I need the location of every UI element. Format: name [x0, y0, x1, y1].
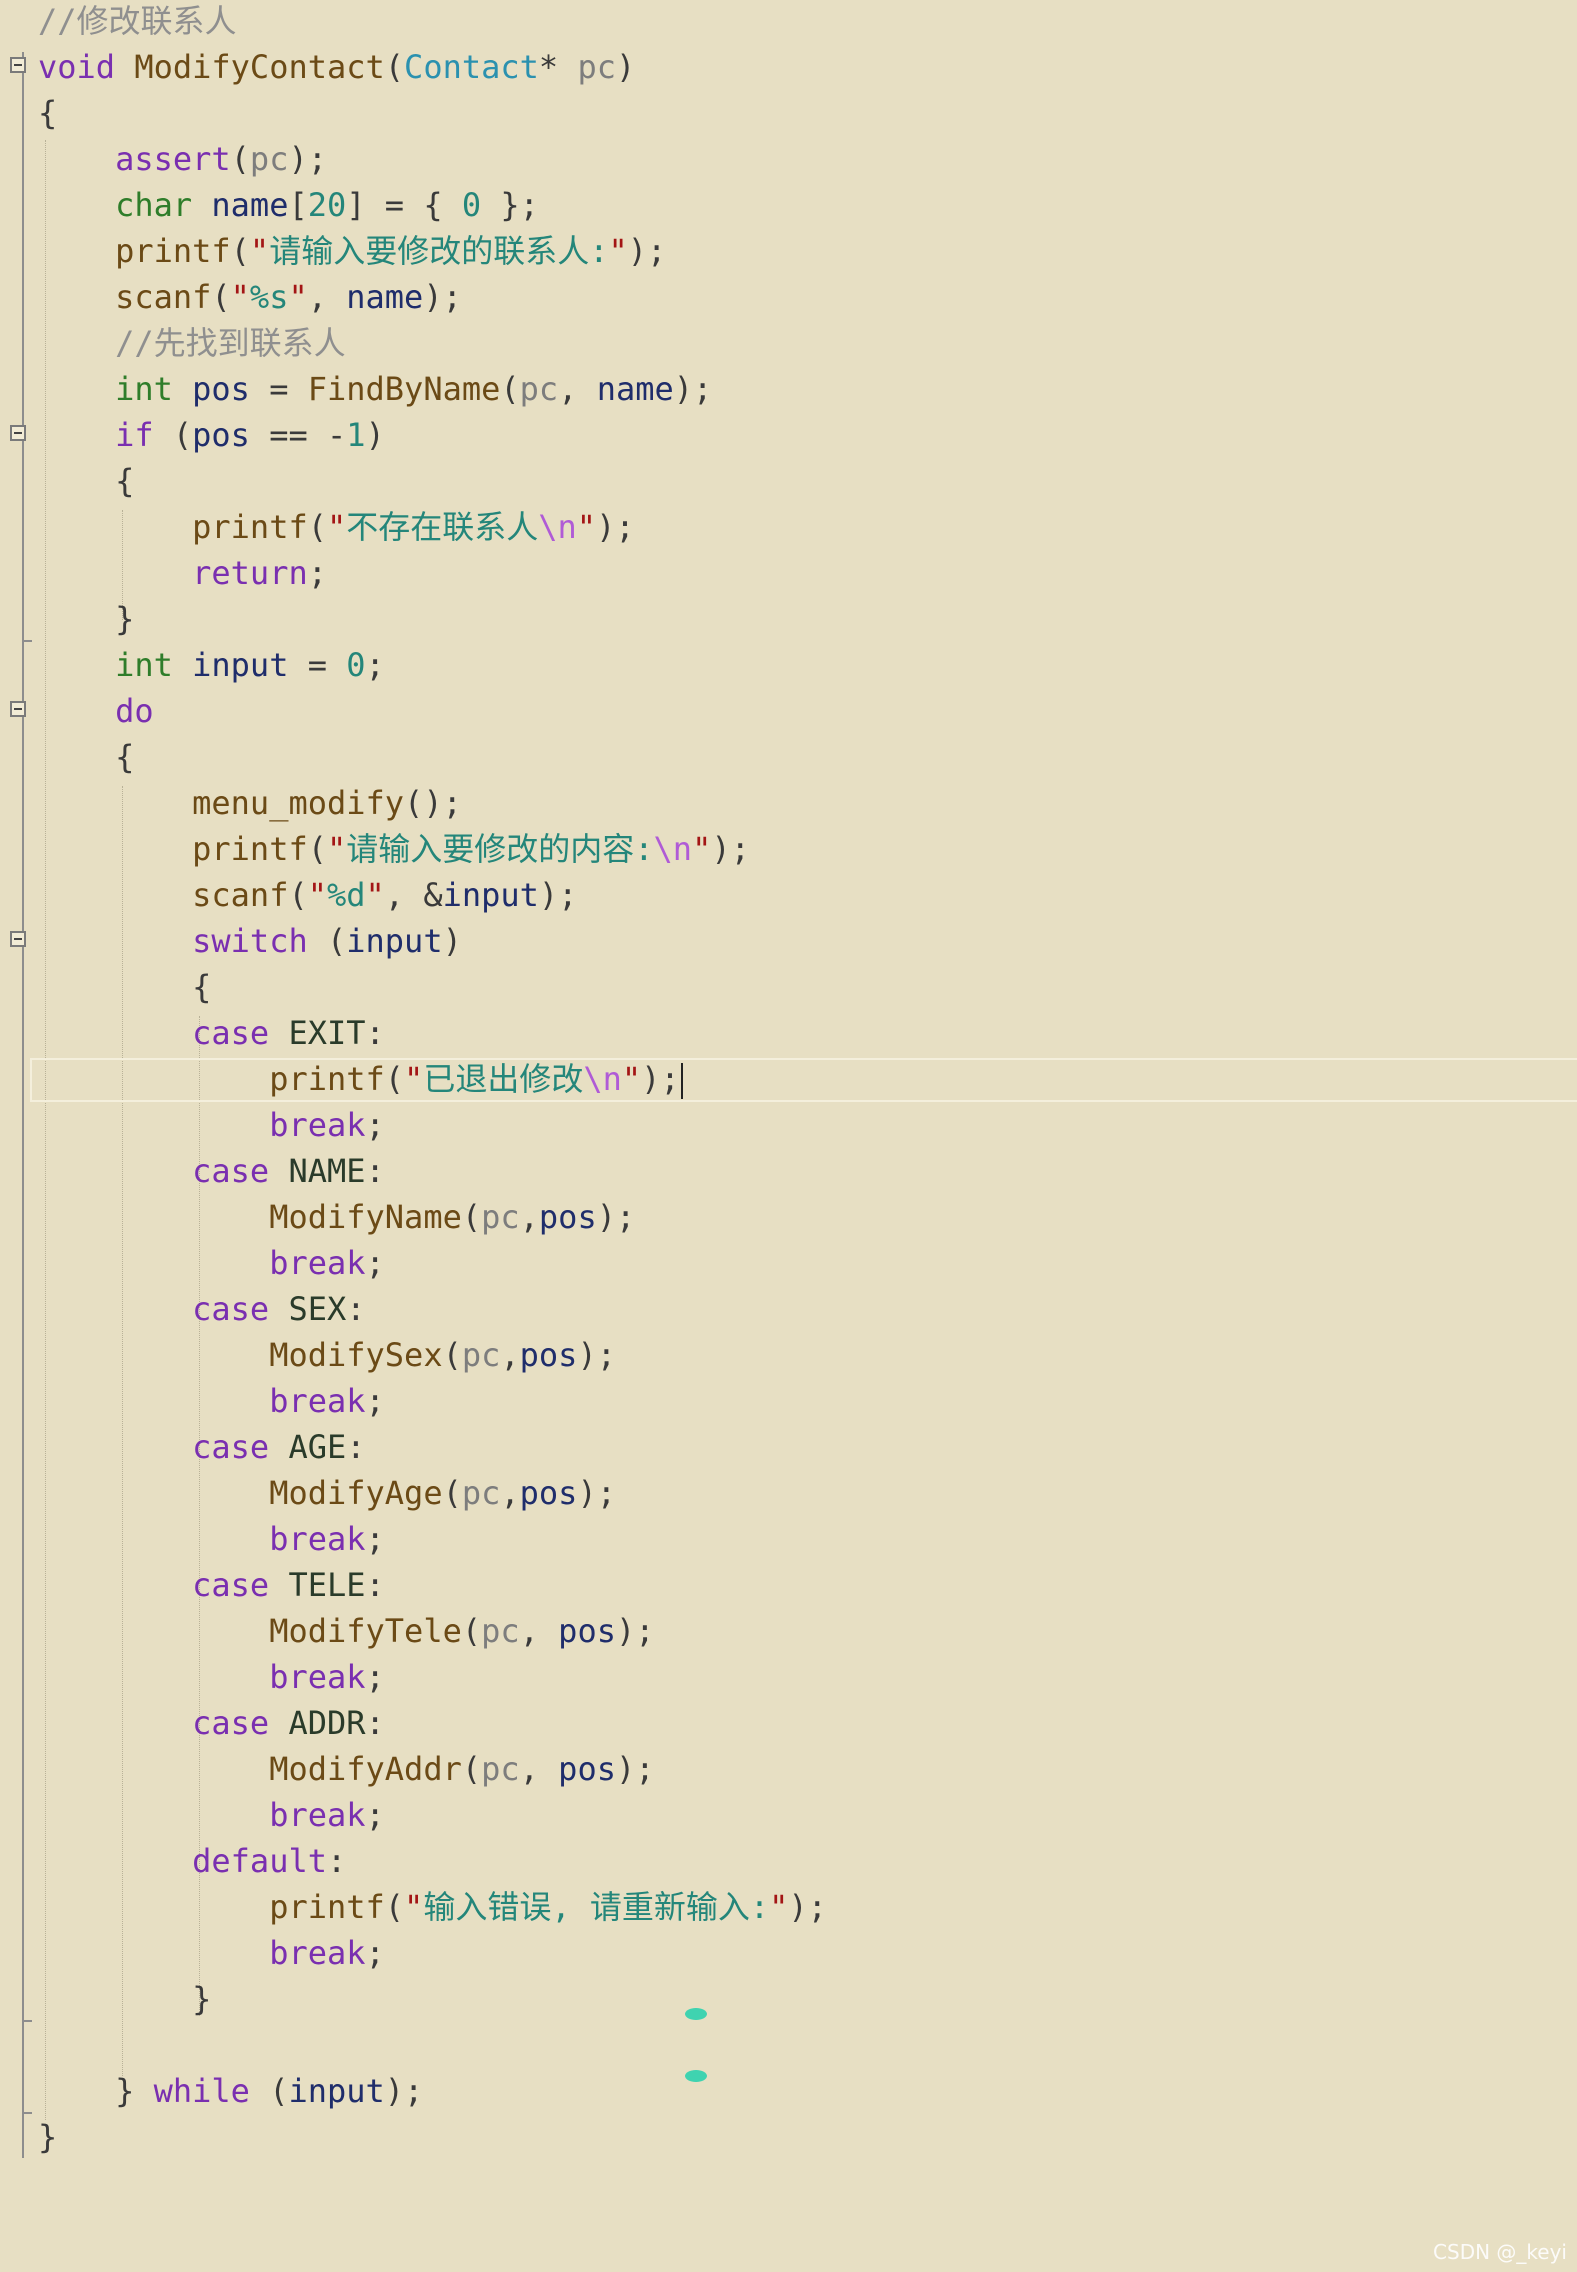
code-line[interactable]: int pos = FindByName(pc, name); — [38, 366, 712, 412]
code-line[interactable]: printf("不存在联系人\n"); — [38, 504, 634, 550]
fold-toggle-icon[interactable] — [10, 931, 26, 947]
breakpoint-marker-icon — [685, 2008, 707, 2020]
code-line[interactable]: char name[20] = { 0 }; — [38, 182, 539, 228]
fold-toggle-icon[interactable] — [10, 57, 26, 73]
code-line[interactable]: ModifyTele(pc, pos); — [38, 1608, 654, 1654]
fold-toggle-icon[interactable] — [10, 425, 26, 441]
code-line[interactable]: case AGE: — [38, 1424, 365, 1470]
code-line[interactable]: menu_modify(); — [38, 780, 462, 826]
code-line[interactable]: { — [38, 458, 134, 504]
fold-end-marker — [22, 640, 32, 642]
code-line[interactable]: } — [38, 2114, 57, 2160]
code-line[interactable]: //修改联系人 — [38, 0, 237, 44]
code-line[interactable]: } — [38, 1976, 211, 2022]
code-line[interactable]: printf("输入错误, 请重新输入:"); — [38, 1884, 827, 1930]
code-line[interactable]: ModifyAge(pc,pos); — [38, 1470, 616, 1516]
code-line[interactable]: } while (input); — [38, 2068, 423, 2114]
code-line[interactable]: break; — [38, 1516, 385, 1562]
code-line[interactable]: ModifyName(pc,pos); — [38, 1194, 635, 1240]
code-line[interactable]: { — [38, 90, 57, 136]
code-line[interactable]: case NAME: — [38, 1148, 385, 1194]
code-line[interactable]: ModifySex(pc,pos); — [38, 1332, 616, 1378]
code-line[interactable]: ModifyAddr(pc, pos); — [38, 1746, 654, 1792]
code-line[interactable]: assert(pc); — [38, 136, 327, 182]
fold-guide-function — [22, 52, 24, 1160]
code-line[interactable]: { — [38, 734, 134, 780]
code-line[interactable]: break; — [38, 1792, 385, 1838]
code-line[interactable]: if (pos == -1) — [38, 412, 385, 458]
code-line[interactable]: void ModifyContact(Contact* pc) — [38, 44, 635, 90]
fold-guide-function-lower — [22, 1160, 24, 2158]
code-line[interactable]: //先找到联系人 — [38, 320, 346, 366]
text-caret — [680, 1063, 683, 1099]
code-line[interactable]: break; — [38, 1654, 385, 1700]
code-line[interactable]: return; — [38, 550, 327, 596]
code-line[interactable]: scanf("%s", name); — [38, 274, 462, 320]
fold-toggle-icon[interactable] — [10, 701, 26, 717]
fold-end-marker — [22, 2020, 32, 2022]
code-line[interactable]: break; — [38, 1240, 385, 1286]
code-editor[interactable]: //修改联系人 void ModifyContact(Contact* pc){ … — [0, 0, 1577, 2272]
code-line[interactable]: do — [38, 688, 154, 734]
code-line[interactable]: scanf("%d", &input); — [38, 872, 577, 918]
code-line[interactable]: default: — [38, 1838, 346, 1884]
code-line[interactable]: } — [38, 596, 134, 642]
code-line[interactable]: break; — [38, 1378, 385, 1424]
code-line[interactable]: { — [38, 964, 211, 1010]
code-line[interactable]: switch (input) — [38, 918, 462, 964]
code-line[interactable]: case TELE: — [38, 1562, 385, 1608]
code-line[interactable]: break; — [38, 1102, 385, 1148]
watermark: CSDN @_keyi — [1433, 2240, 1567, 2264]
code-line[interactable]: printf("已退出修改\n"); — [38, 1056, 683, 1102]
code-line[interactable]: case ADDR: — [38, 1700, 385, 1746]
code-line[interactable]: printf("请输入要修改的联系人:"); — [38, 228, 666, 274]
code-line[interactable]: break; — [38, 1930, 385, 1976]
code-line[interactable]: printf("请输入要修改的内容:\n"); — [38, 826, 750, 872]
code-line[interactable]: case EXIT: — [38, 1010, 385, 1056]
breakpoint-marker-icon — [685, 2070, 707, 2082]
code-line[interactable]: int input = 0; — [38, 642, 385, 688]
code-line[interactable]: case SEX: — [38, 1286, 365, 1332]
fold-end-marker — [22, 2112, 32, 2114]
